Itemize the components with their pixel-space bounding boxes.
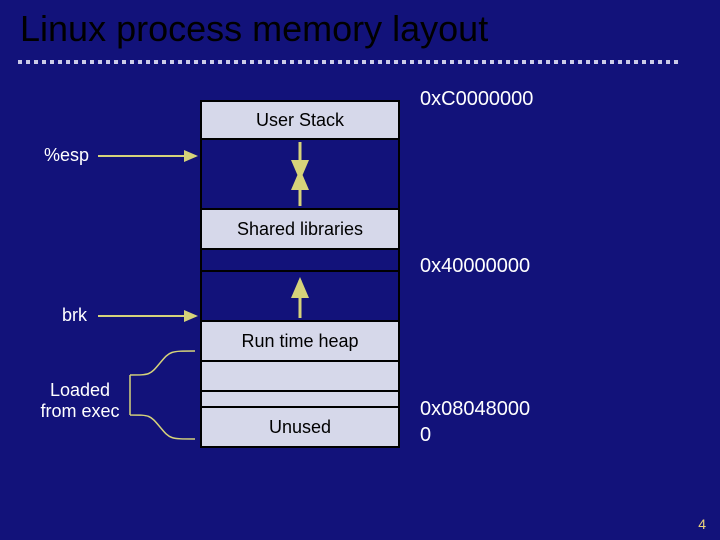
label-loaded: Loaded from exec <box>30 380 130 422</box>
region-exec-1 <box>200 362 400 392</box>
label-esp: %esp <box>44 145 89 166</box>
title-underline <box>18 60 678 64</box>
label-addr-0: 0 <box>420 424 431 447</box>
memory-column: User Stack Shared libraries Run time hea… <box>200 100 400 448</box>
page-title: Linux process memory layout <box>20 8 488 50</box>
slide: Linux process memory layout User Stack S… <box>0 0 720 540</box>
region-gap-libs <box>200 250 400 272</box>
region-unused: Unused <box>200 408 400 448</box>
region-user-stack: User Stack <box>200 100 400 140</box>
label-addr-08: 0x08048000 <box>420 398 530 421</box>
brace-loaded <box>130 351 195 439</box>
region-gap-heap <box>200 272 400 322</box>
label-addr-c: 0xC0000000 <box>420 88 533 111</box>
label-addr-4: 0x40000000 <box>420 255 530 278</box>
label-brk: brk <box>62 305 87 326</box>
region-gap-stack <box>200 140 400 210</box>
page-number: 4 <box>698 516 706 532</box>
region-exec-2 <box>200 392 400 408</box>
region-shared-libs: Shared libraries <box>200 210 400 250</box>
region-runtime-heap: Run time heap <box>200 322 400 362</box>
